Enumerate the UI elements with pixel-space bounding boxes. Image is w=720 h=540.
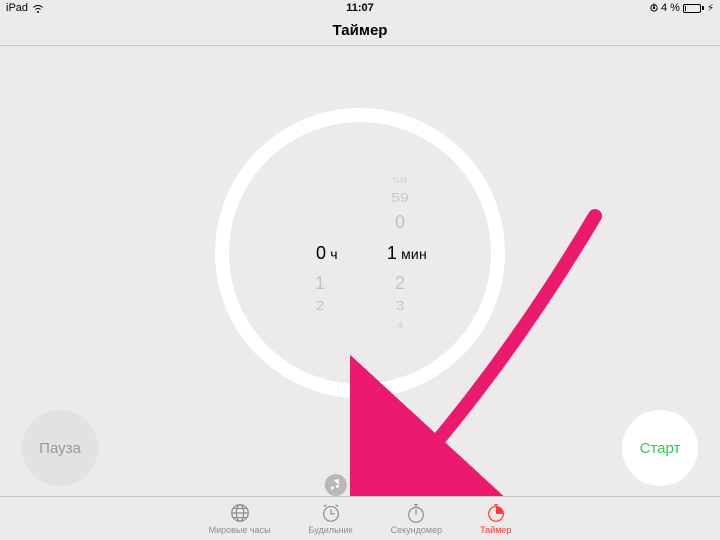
timer-sound-label: Радар xyxy=(355,477,395,493)
alarm-clock-icon xyxy=(320,502,342,524)
hours-unit: ч xyxy=(330,246,338,262)
battery-icon xyxy=(683,4,704,13)
stopwatch-icon xyxy=(405,502,427,524)
picker-hours-below1: 1 xyxy=(280,273,360,294)
globe-icon xyxy=(229,502,251,524)
picker-min-below2: 3 xyxy=(360,300,440,314)
picker-min-below1: 2 xyxy=(360,273,440,294)
status-left: iPad xyxy=(6,2,44,14)
tab-label: Мировые часы xyxy=(209,525,271,535)
wifi-icon xyxy=(32,4,44,13)
minutes-unit: мин xyxy=(401,246,427,262)
picker-minutes-column[interactable]: 58 59 0 1мин 2 3 4 xyxy=(360,168,440,338)
battery-pct: 4 % xyxy=(661,2,680,14)
tab-timer[interactable]: Таймер xyxy=(480,502,511,535)
status-right: 4 % ⚡︎ xyxy=(650,2,714,14)
status-time: 11:07 xyxy=(346,2,374,14)
picker-min-below3: 4 xyxy=(360,321,440,330)
hours-value: 0 xyxy=(302,237,326,269)
charging-icon: ⚡︎ xyxy=(707,3,714,14)
music-note-icon xyxy=(325,474,347,496)
picker-min-selected: 1мин xyxy=(360,237,440,269)
picker-min-above1: 0 xyxy=(360,212,440,233)
orientation-lock-icon xyxy=(650,3,658,13)
tab-alarm[interactable]: Будильник xyxy=(309,502,353,535)
timer-main: 0ч 1 2 58 59 0 1мин 2 3 4 Пауза Старт Ра… xyxy=(0,46,720,496)
tab-label: Секундомер xyxy=(391,525,442,535)
minutes-value: 1 xyxy=(373,237,397,269)
picker-hours-below2: 2 xyxy=(280,300,360,314)
tab-label: Будильник xyxy=(309,525,353,535)
tab-bar: Мировые часы Будильник Секундомер Таймер xyxy=(0,496,720,540)
picker-hours-selected: 0ч xyxy=(280,237,360,269)
picker-min-above3: 58 xyxy=(360,176,440,185)
picker-min-above2: 59 xyxy=(360,192,440,206)
timer-sound-row[interactable]: Радар xyxy=(325,474,395,496)
start-button[interactable]: Старт xyxy=(622,410,698,486)
picker-hours-column[interactable]: 0ч 1 2 xyxy=(280,168,360,338)
timer-icon xyxy=(485,502,507,524)
tab-stopwatch[interactable]: Секундомер xyxy=(391,502,442,535)
page-title: Таймер xyxy=(0,16,720,46)
status-bar: iPad 11:07 4 % ⚡︎ xyxy=(0,0,720,16)
tab-world-clock[interactable]: Мировые часы xyxy=(209,502,271,535)
tab-label: Таймер xyxy=(480,525,511,535)
time-picker[interactable]: 0ч 1 2 58 59 0 1мин 2 3 4 xyxy=(260,168,460,338)
device-label: iPad xyxy=(6,2,28,14)
pause-button[interactable]: Пауза xyxy=(22,410,98,486)
